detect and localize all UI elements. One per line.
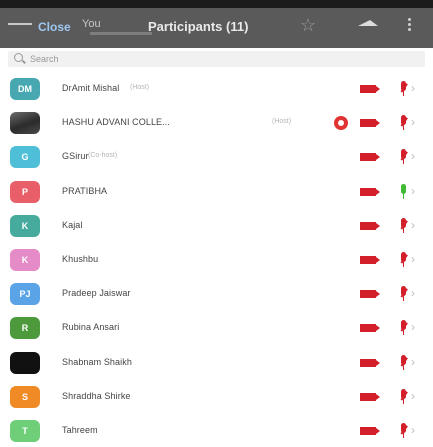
- participant-name: Pradeep Jaiswar: [62, 288, 131, 299]
- participant-name: Shabnam Shaikh: [62, 356, 132, 367]
- participant-row[interactable]: K Kajal ›: [0, 209, 433, 243]
- search-icon: [14, 53, 23, 62]
- video-off-icon: [360, 221, 380, 230]
- search-bar: [8, 51, 425, 67]
- more-options-icon[interactable]: [408, 18, 412, 32]
- participant-row[interactable]: S Shraddha Shirke ›: [0, 380, 433, 414]
- back-arrow-icon[interactable]: [8, 23, 32, 25]
- participant-row[interactable]: HASHU ADVANI COLLE... (Host) ›: [0, 106, 433, 140]
- video-off-icon: [360, 426, 380, 435]
- participants-header: Close You Participants (11) ☆: [0, 8, 433, 48]
- video-off-icon: [360, 358, 380, 367]
- avatar: S: [10, 385, 40, 408]
- participant-name: PRATIBHA: [62, 185, 108, 196]
- chevron-right-icon[interactable]: ›: [411, 286, 415, 300]
- avatar: [10, 351, 40, 374]
- participant-role-tag: (Host): [130, 84, 150, 91]
- chevron-right-icon[interactable]: ›: [411, 184, 415, 198]
- video-off-icon: [360, 85, 380, 93]
- mic-muted-icon: [400, 320, 408, 336]
- participant-row[interactable]: R Rubina Ansari ›: [0, 311, 433, 345]
- video-off-icon: [360, 119, 380, 128]
- video-off-icon: [360, 324, 380, 333]
- video-off-icon: [360, 153, 380, 162]
- participant-row[interactable]: T Tahreem ›: [0, 414, 433, 447]
- mic-muted-icon: [400, 149, 408, 165]
- page-title: Participants (11): [148, 19, 249, 34]
- participant-row[interactable]: P PRATIBHA ›: [0, 175, 433, 209]
- header-subtitle-bar: [90, 32, 152, 35]
- video-off-icon: [360, 290, 380, 299]
- participant-name: Khushbu: [62, 253, 99, 264]
- you-label: You: [82, 18, 101, 30]
- chevron-right-icon[interactable]: ›: [411, 423, 415, 437]
- participant-role-tag: (Co-host): [88, 152, 118, 160]
- participant-row[interactable]: G GSirur (Co-host) ›: [0, 140, 433, 174]
- avatar: PJ: [10, 283, 40, 306]
- avatar: K: [10, 214, 40, 237]
- chevron-right-icon[interactable]: ›: [411, 81, 415, 95]
- avatar: G: [10, 146, 40, 169]
- participant-name: DrAmit Mishal: [62, 83, 120, 93]
- star-icon[interactable]: ☆: [300, 15, 316, 36]
- video-off-icon: [360, 255, 380, 264]
- participant-list: DM DrAmit Mishal (Host) › HASHU ADVANI COLLE…: [0, 72, 433, 447]
- participant-name: Rubina Ansari: [62, 322, 120, 333]
- chevron-right-icon[interactable]: ›: [411, 149, 415, 163]
- chevron-right-icon[interactable]: ›: [411, 218, 415, 232]
- video-off-icon: [360, 187, 380, 196]
- avatar: K: [10, 248, 40, 271]
- participant-name: Tahreem: [62, 424, 98, 435]
- participant-row[interactable]: Shabnam Shaikh ›: [0, 346, 433, 380]
- avatar: DM: [10, 78, 40, 100]
- participant-row[interactable]: K Khushbu ›: [0, 243, 433, 277]
- chevron-right-icon[interactable]: ›: [411, 252, 415, 266]
- mic-muted-icon: [400, 217, 408, 234]
- mic-muted-icon: [400, 388, 408, 405]
- share-icon[interactable]: [358, 20, 378, 26]
- status-bar: [0, 0, 433, 8]
- chevron-right-icon[interactable]: ›: [411, 355, 415, 369]
- chevron-right-icon[interactable]: ›: [411, 320, 415, 334]
- close-button[interactable]: Close: [38, 20, 71, 34]
- participant-role-tag: (Host): [272, 118, 292, 126]
- chevron-right-icon[interactable]: ›: [411, 115, 415, 129]
- avatar: [10, 112, 40, 135]
- mic-muted-icon: [400, 286, 408, 302]
- mic-muted-icon: [400, 354, 408, 371]
- avatar: T: [10, 419, 40, 442]
- recording-icon: [334, 116, 348, 131]
- participant-name: Kajal: [62, 219, 83, 230]
- video-off-icon: [360, 392, 380, 401]
- mic-on-icon: [400, 183, 406, 200]
- chevron-right-icon[interactable]: ›: [411, 389, 415, 403]
- participant-row[interactable]: DM DrAmit Mishal (Host) ›: [0, 72, 433, 106]
- participant-name: HASHU ADVANI COLLE...: [62, 117, 170, 128]
- avatar: R: [10, 317, 40, 340]
- participant-name: Shraddha Shirke: [62, 390, 131, 401]
- participant-row[interactable]: PJ Pradeep Jaiswar ›: [0, 277, 433, 311]
- avatar: P: [10, 180, 40, 203]
- mic-muted-icon: [400, 422, 408, 439]
- participant-name: GSirur: [62, 151, 89, 162]
- mic-muted-icon: [400, 115, 408, 131]
- mic-muted-icon: [400, 81, 408, 97]
- search-input[interactable]: [30, 51, 410, 67]
- mic-muted-icon: [400, 251, 408, 268]
